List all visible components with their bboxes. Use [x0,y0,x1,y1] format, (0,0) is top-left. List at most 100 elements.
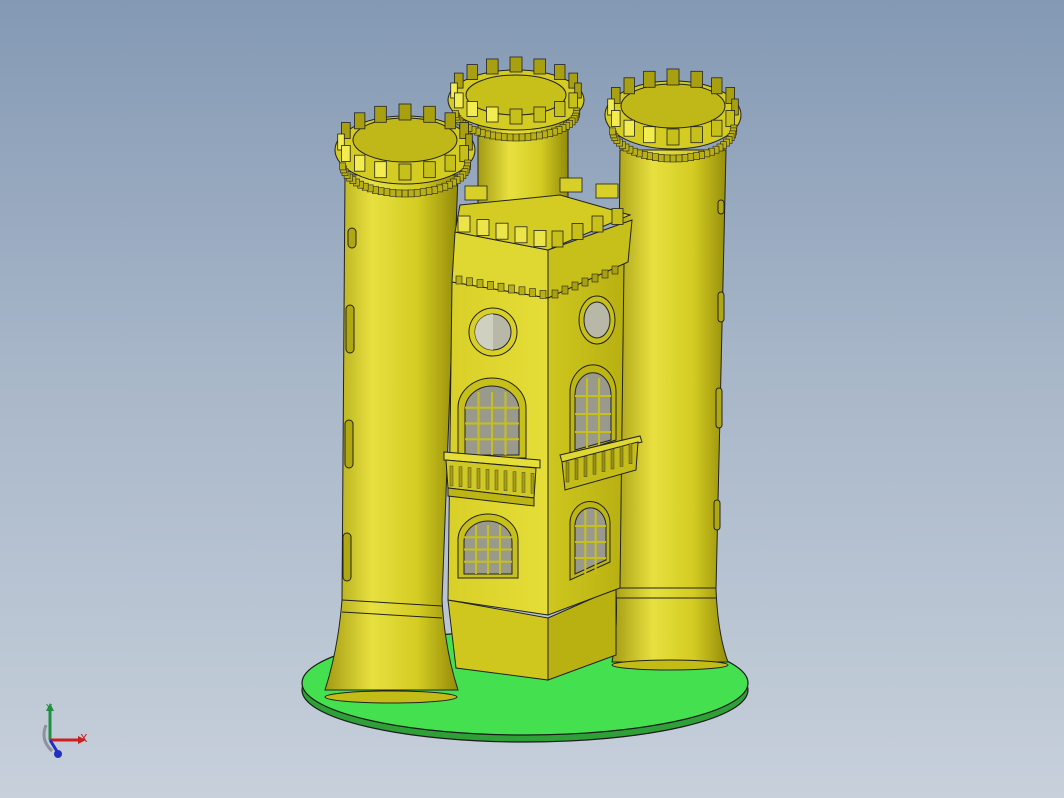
merlon [423,105,436,123]
merlon [514,226,528,244]
y-axis-label: Y [46,703,53,714]
corbel [401,189,409,198]
merlon [509,108,523,125]
corbel [669,154,677,163]
merlon [595,183,619,199]
corbel [681,154,689,162]
merlon [457,215,471,233]
arched-window-side-upper [569,364,617,456]
merlon [533,229,547,247]
corbel [687,153,694,161]
corbel [551,289,559,299]
corbel [611,265,619,275]
merlon [533,58,546,75]
merlon [466,101,478,117]
corbel [383,188,391,196]
corbel [571,281,579,291]
merlon [486,106,499,123]
merlon [643,126,656,144]
x-axis-label: X [80,732,88,745]
corbel [663,154,671,163]
corbel [476,279,484,288]
merlon [509,56,523,73]
merlon [571,223,584,240]
corbel [495,132,502,141]
corbel [339,162,346,171]
merlon [341,145,351,162]
merlon [554,64,566,80]
corbel [487,281,494,290]
merlon [623,77,635,95]
corbel [407,189,415,198]
corbel [395,189,403,198]
arched-window-front-lower [457,513,519,579]
arched-window-front-upper [457,377,527,459]
merlon [398,163,412,181]
corbel [535,131,543,140]
merlon [643,70,656,88]
corbel [497,282,505,292]
corbel [466,277,473,287]
merlon [486,58,499,75]
corbel [389,189,397,197]
corbel [581,277,589,287]
coordinate-triad [42,703,86,758]
corbel [413,189,421,197]
right-tower[interactable] [604,68,742,671]
corbel [512,133,520,142]
corbel [455,275,463,285]
corbel [500,133,508,141]
merlon [666,68,680,86]
corbel [518,133,526,142]
corbel [518,286,526,296]
merlon [568,92,579,109]
merlon [533,106,546,123]
merlon [459,145,469,162]
corbel [561,285,569,295]
round-window-side [578,295,616,345]
merlon [495,222,509,240]
merlon [466,64,478,80]
castle-model[interactable] [0,0,1064,798]
merlon [354,112,366,130]
merlon [464,185,488,201]
merlon [690,126,703,144]
corbel [591,273,599,283]
merlon [423,161,436,179]
merlon [666,128,680,146]
corbel [529,288,536,297]
merlon [725,110,736,127]
corbel [601,269,609,279]
corbel [425,187,433,195]
corbel [675,154,683,163]
merlon [551,230,564,248]
merlon [476,219,490,237]
corbel [377,187,385,195]
merlon [559,177,583,193]
merlon [444,112,456,130]
merlon [611,110,621,127]
graphics-viewport[interactable]: X Y [0,0,1064,798]
corbel [524,133,532,141]
corbel [431,186,438,194]
central-keep[interactable] [443,177,643,681]
round-window-front [468,307,518,357]
merlon [444,154,456,172]
merlon [398,103,412,121]
corbel [539,290,547,299]
merlon [711,77,723,95]
merlon [623,119,635,137]
corbel [692,152,700,160]
corbel [609,127,616,136]
merlon [453,92,464,109]
merlon [374,161,387,179]
corbel [652,153,659,161]
merlon [711,119,723,137]
corbel [508,284,515,294]
merlon [611,208,624,225]
merlon [554,101,566,117]
merlon [354,154,366,172]
merlon [690,70,703,88]
corbel [530,132,537,141]
corbel [419,188,427,196]
